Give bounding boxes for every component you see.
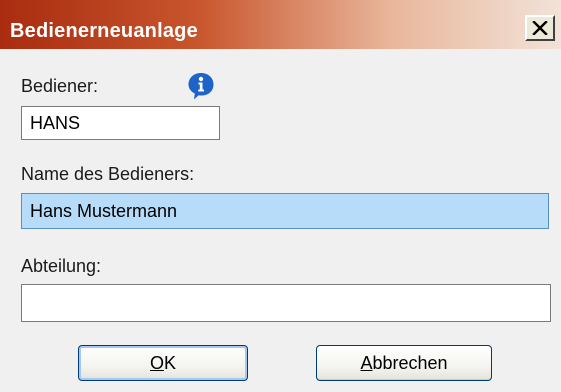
name-label: Name des Bedieners: — [21, 164, 195, 184]
ok-button[interactable]: OK — [78, 345, 248, 381]
window-title: Bedienerneuanlage — [10, 20, 198, 42]
info-speech-bubble-icon[interactable] — [186, 71, 216, 101]
ok-mnemonic: O — [149, 352, 164, 373]
cancel-label-rest: bbrechen — [372, 352, 448, 373]
bediener-value: HANS — [30, 112, 81, 133]
name-value: Hans Mustermann — [30, 200, 178, 221]
title-bar[interactable]: Bedienerneuanlage — [0, 0, 561, 49]
cancel-mnemonic: A — [360, 352, 373, 373]
dialog-window: Bedienerneuanlage Bediener: HANS Name de… — [0, 0, 561, 392]
close-button[interactable] — [525, 15, 555, 41]
ok-label-rest: K — [164, 352, 177, 373]
bediener-label: Bediener: — [21, 76, 99, 96]
abteilung-label: Abteilung: — [21, 256, 102, 276]
name-input[interactable]: Hans Mustermann — [21, 193, 549, 229]
cancel-button[interactable]: Abbrechen — [316, 345, 492, 381]
bediener-input[interactable]: HANS — [21, 106, 220, 140]
close-x-icon — [532, 21, 548, 35]
abteilung-input[interactable] — [21, 284, 551, 322]
